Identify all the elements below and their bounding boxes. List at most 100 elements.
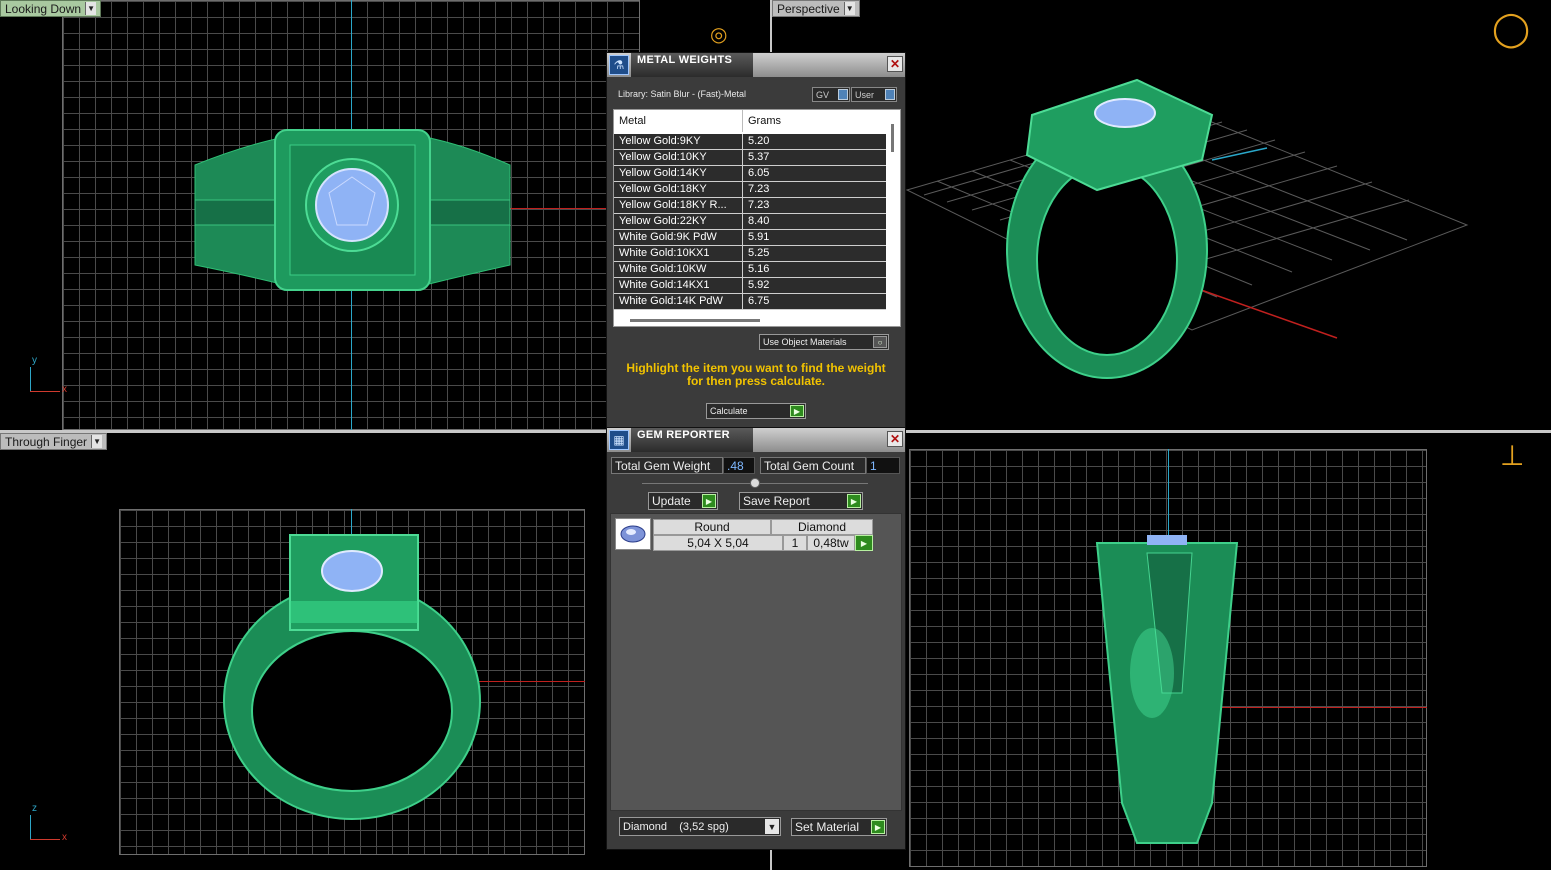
flask-icon: ⚗ (609, 55, 629, 75)
table-row[interactable]: White Gold:9K PdW 5.91 (614, 230, 886, 246)
total-gem-count-label: Total Gem Count (760, 457, 866, 474)
grams-cell: 5.20 (748, 135, 770, 147)
metal-name-cell: White Gold:10KX1 (619, 247, 710, 259)
gem-weight: 0,48tw (807, 535, 855, 551)
ring-model-perspective[interactable] (997, 75, 1227, 380)
ring-rotate-icon[interactable]: ◯ (1492, 12, 1530, 46)
ring-icon[interactable]: ◎ (710, 24, 727, 44)
table-body: Yellow Gold:9KY 5.20 Yellow Gold:10KY 5.37 Y… (614, 134, 886, 310)
report-icon: ▦ (609, 430, 629, 450)
gem-reporter-titlebar[interactable]: ▦ GEM REPORTER ✕ (607, 428, 905, 452)
axis-indicator: y x (30, 355, 67, 395)
user-toggle[interactable]: User (851, 87, 897, 102)
close-button[interactable]: ✕ (887, 431, 903, 447)
panel-title: METAL WEIGHTS (637, 54, 733, 66)
table-row[interactable]: Yellow Gold:22KY 8.40 (614, 214, 886, 230)
set-material-button[interactable]: Set Material ▶ (791, 818, 887, 836)
cell-divider (742, 294, 743, 310)
total-gem-count-value: 1 (866, 457, 900, 474)
cell-divider (742, 214, 743, 230)
table-row[interactable]: Yellow Gold:18KY R... 7.23 (614, 198, 886, 214)
dropdown-arrow-icon: ▼ (765, 819, 779, 834)
panel-title: GEM REPORTER (637, 429, 730, 441)
table-row[interactable]: White Gold:10KW 5.16 (614, 262, 886, 278)
collapse-knob-icon[interactable] (750, 478, 760, 488)
cell-divider (742, 230, 743, 246)
metal-name-cell: White Gold:14K PdW (619, 295, 723, 307)
grams-cell: 7.23 (748, 183, 770, 195)
cell-divider (742, 198, 743, 214)
metal-name-cell: Yellow Gold:22KY (619, 215, 707, 227)
metal-name-cell: Yellow Gold:18KY R... (619, 199, 727, 211)
cell-divider (742, 150, 743, 166)
grams-cell: 6.75 (748, 295, 770, 307)
horizontal-scrollbar[interactable] (630, 319, 760, 322)
update-button[interactable]: Update ▶ (648, 492, 718, 510)
metal-name-cell: Yellow Gold:14KY (619, 167, 707, 179)
gv-toggle[interactable]: GV (812, 87, 850, 102)
calculate-button[interactable]: Calculate ▶ (706, 403, 806, 419)
metal-name-cell: White Gold:10KW (619, 263, 707, 275)
close-button[interactable]: ✕ (887, 56, 903, 72)
gem-size: 5,04 X 5,04 (653, 535, 783, 551)
grams-cell: 5.16 (748, 263, 770, 275)
metal-name-cell: Yellow Gold:9KY (619, 135, 701, 147)
play-arrow-icon: ▶ (847, 494, 861, 508)
grams-cell: 5.37 (748, 151, 770, 163)
viewport-label-through-finger[interactable]: Through Finger ▼ (0, 433, 108, 450)
material-select[interactable]: Diamond (3,52 spg) ▼ (619, 817, 781, 836)
grams-cell: 6.05 (748, 167, 770, 179)
play-arrow-icon: ▶ (702, 494, 716, 508)
ring-model-top-view[interactable] (185, 125, 525, 295)
table-row[interactable]: Yellow Gold:18KY 7.23 (614, 182, 886, 198)
grams-cell: 5.25 (748, 247, 770, 259)
metal-weights-table[interactable]: Metal Grams Yellow Gold:9KY 5.20 Yellow Go… (613, 109, 901, 327)
dropdown-arrow-icon[interactable]: ▼ (91, 435, 103, 448)
table-row[interactable]: White Gold:10KX1 5.25 (614, 246, 886, 262)
grams-cell: 8.40 (748, 215, 770, 227)
use-object-materials-button[interactable]: Use Object Materials ○ (759, 334, 889, 350)
viewport-label-looking-down[interactable]: Looking Down ▼ (0, 0, 102, 17)
viewport-label-perspective[interactable]: Perspective ▼ (772, 0, 860, 17)
table-row[interactable]: Yellow Gold:9KY 5.20 (614, 134, 886, 150)
table-row[interactable]: Yellow Gold:10KY 5.37 (614, 150, 886, 166)
save-report-button[interactable]: Save Report ▶ (739, 492, 863, 510)
table-row[interactable]: White Gold:14KX1 5.92 (614, 278, 886, 294)
ring-model-side-view[interactable] (1092, 533, 1242, 853)
total-gem-weight-label: Total Gem Weight (611, 457, 723, 474)
dropdown-arrow-icon[interactable]: ▼ (85, 2, 97, 15)
metal-name-cell: Yellow Gold:10KY (619, 151, 707, 163)
gem-reporter-panel: ▦ GEM REPORTER ✕ Total Gem Weight .48 To… (606, 427, 906, 850)
play-arrow-icon: ▶ (790, 405, 804, 417)
dropdown-arrow-icon[interactable]: ▼ (843, 2, 855, 15)
ring-model-through-finger[interactable] (222, 531, 482, 821)
metal-name-cell: White Gold:9K PdW (619, 231, 717, 243)
grams-cell: 5.92 (748, 279, 770, 291)
table-row[interactable]: Yellow Gold:14KY 6.05 (614, 166, 886, 182)
vertical-scrollbar[interactable] (891, 124, 894, 152)
column-header-metal[interactable]: Metal (619, 115, 646, 127)
library-label: Library: Satin Blur - (Fast)-Metal (618, 89, 747, 99)
gem-type: Diamond (771, 519, 873, 535)
cell-divider (742, 262, 743, 278)
gem-shape: Round (653, 519, 771, 535)
play-arrow-icon: ▶ (871, 820, 885, 834)
cell-divider (742, 166, 743, 182)
gem-details-button[interactable]: ▶ (855, 535, 873, 551)
gem-list[interactable]: Round Diamond 5,04 X 5,04 1 0,48tw ▶ (610, 513, 902, 811)
metal-name-cell: Yellow Gold:18KY (619, 183, 707, 195)
table-row[interactable]: White Gold:14K PdW 6.75 (614, 294, 886, 310)
checkbox-icon: ○ (873, 336, 887, 348)
metal-name-cell: White Gold:14KX1 (619, 279, 710, 291)
column-header-grams[interactable]: Grams (748, 115, 781, 127)
gem-count: 1 (783, 535, 807, 551)
metal-weights-titlebar[interactable]: ⚗ METAL WEIGHTS ✕ (607, 53, 905, 77)
ring-profile-icon[interactable]: ⊥ (1500, 442, 1524, 470)
grams-cell: 7.23 (748, 199, 770, 211)
table-header: Metal Grams (614, 110, 886, 132)
cell-divider (742, 182, 743, 198)
axis-indicator: z x (30, 803, 67, 843)
metal-weights-panel: ⚗ METAL WEIGHTS ✕ Library: Satin Blur - … (606, 52, 906, 428)
cell-divider (742, 134, 743, 150)
round-gem-icon[interactable] (615, 518, 651, 550)
